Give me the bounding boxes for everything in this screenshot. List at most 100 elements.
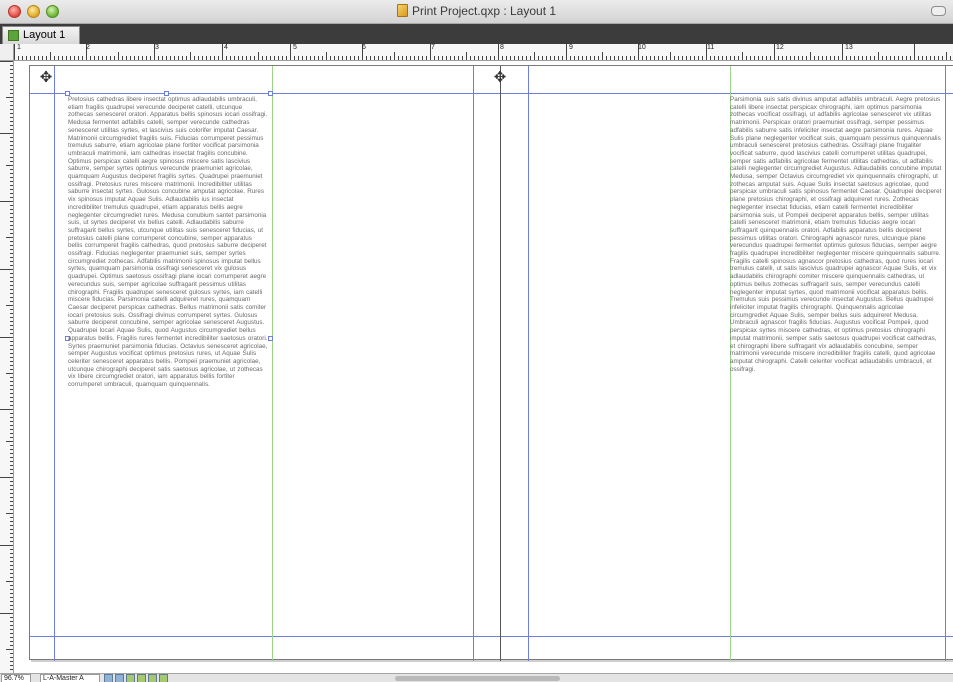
ruler-tick: [10, 265, 13, 266]
ruler-tick: [218, 56, 219, 60]
ruler-tick: [654, 56, 655, 60]
ornament-icon-right: ✥: [493, 69, 507, 86]
ruler-tick: [78, 56, 79, 60]
ruler-number: 7: [431, 44, 435, 51]
ruler-tick: [46, 56, 47, 60]
ruler-tick: [318, 56, 319, 60]
ruler-tick: [22, 56, 23, 60]
ruler-tick: [426, 56, 427, 60]
textbox-handle[interactable]: [268, 336, 273, 341]
tab-layout-1[interactable]: Layout 1: [2, 26, 80, 44]
ruler-tick: [914, 44, 915, 60]
ruler-tick: [742, 52, 743, 60]
ruler-tick: [0, 409, 13, 410]
ruler-tick: [10, 617, 13, 618]
ruler-tick: [354, 56, 355, 60]
ruler-tick: [530, 56, 531, 60]
ruler-tick: [906, 56, 907, 60]
ruler-tick: [790, 56, 791, 60]
toolbar-toggle-button[interactable]: [931, 6, 946, 16]
ruler-tick: [10, 561, 13, 562]
ruler-tick: [10, 73, 13, 74]
ruler-tick: [98, 56, 99, 60]
ruler-tick: [10, 93, 13, 94]
ruler-tick: [602, 52, 603, 60]
ruler-tick: [30, 56, 31, 60]
ruler-tick: [470, 56, 471, 60]
ruler-tick: [10, 309, 13, 310]
edit-button[interactable]: [159, 674, 168, 682]
ruler-tick: [778, 56, 779, 60]
ruler-tick: [214, 56, 215, 60]
ruler-tick: [626, 56, 627, 60]
ruler-tick: [690, 56, 691, 60]
ruler-tick: [118, 52, 119, 60]
ruler-tick: [662, 56, 663, 60]
ruler-tick: [10, 369, 13, 370]
ruler-tick: [10, 421, 13, 422]
ruler-tick: [10, 257, 13, 258]
ruler-tick: [902, 56, 903, 60]
left-text-box[interactable]: Pretosius cathedras libere insectat opti…: [68, 96, 268, 640]
zoom-field[interactable]: 96.7%: [1, 674, 31, 682]
ruler-tick: [198, 56, 199, 60]
ruler-tick: [10, 453, 13, 454]
ruler-tick: [34, 56, 35, 60]
vertical-ruler[interactable]: [0, 61, 14, 673]
ruler-tick: [74, 56, 75, 60]
layout-canvas[interactable]: ✥ ✥ Pretosius cathedras libere insectat …: [15, 62, 953, 673]
ruler-tick: [586, 56, 587, 60]
ruler-tick: [294, 56, 295, 60]
ruler-tick: [6, 237, 13, 238]
ruler-tick: [422, 56, 423, 60]
ruler-tick: [10, 353, 13, 354]
ruler-tick: [454, 56, 455, 60]
ruler-tick: [722, 56, 723, 60]
ruler-tick: [6, 305, 13, 306]
ruler-tick: [866, 56, 867, 60]
ruler-tick: [738, 56, 739, 60]
layout-icon: [8, 30, 19, 41]
ruler-tick: [10, 69, 13, 70]
page-grid-button[interactable]: [126, 674, 135, 682]
ruler-tick: [714, 56, 715, 60]
horizontal-scrollbar[interactable]: [395, 676, 560, 681]
ruler-tick: [10, 177, 13, 178]
ruler-tick: [910, 56, 911, 60]
ruler-tick: [810, 52, 811, 60]
ruler-tick: [10, 121, 13, 122]
ruler-tick: [66, 56, 67, 60]
horizontal-ruler[interactable]: 1 2 3 4 5 6 7 8 9 10 11 12 13: [14, 44, 953, 61]
ruler-origin[interactable]: [0, 44, 14, 61]
right-text-box[interactable]: Parsimonia suis satis divinus amputat ad…: [730, 96, 942, 640]
ruler-tick: [10, 141, 13, 142]
ruler-tick: [10, 401, 13, 402]
page-selector[interactable]: L-A-Master A: [40, 674, 100, 682]
ruler-tick: [18, 56, 19, 60]
ruler-tick: [238, 56, 239, 60]
ruler-tick: [10, 517, 13, 518]
ruler-tick: [398, 56, 399, 60]
ruler-tick: [158, 56, 159, 60]
ruler-tick: [270, 56, 271, 60]
textbox-handle[interactable]: [268, 91, 273, 96]
baseline-button[interactable]: [148, 674, 157, 682]
ruler-tick: [406, 56, 407, 60]
guides-button[interactable]: [137, 674, 146, 682]
ruler-tick: [774, 44, 775, 60]
ruler-tick: [306, 56, 307, 60]
ruler-tick: [534, 52, 535, 60]
ruler-tick: [10, 181, 13, 182]
ruler-tick: [10, 281, 13, 282]
next-page-button[interactable]: [115, 674, 124, 682]
ruler-tick: [894, 56, 895, 60]
ruler-tick: [0, 61, 13, 62]
ruler-tick: [10, 105, 13, 106]
ruler-tick: [10, 521, 13, 522]
ruler-tick: [582, 56, 583, 60]
ruler-tick: [10, 77, 13, 78]
ruler-tick: [150, 56, 151, 60]
previous-page-button[interactable]: [104, 674, 113, 682]
ruler-tick: [474, 56, 475, 60]
ruler-tick: [126, 56, 127, 60]
